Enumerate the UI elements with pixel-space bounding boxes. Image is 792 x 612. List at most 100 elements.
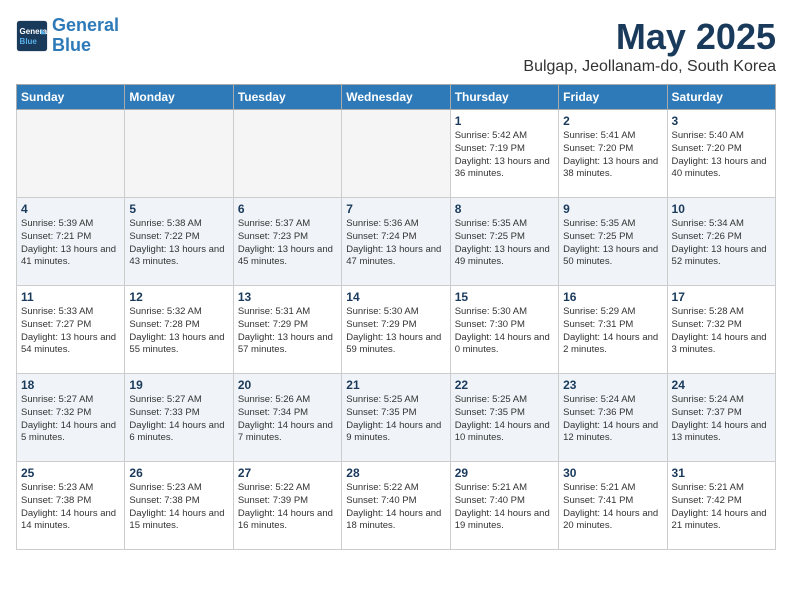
day-number: 22 [455,378,554,392]
day-info: Sunrise: 5:30 AMSunset: 7:29 PMDaylight:… [346,306,445,357]
day-number: 15 [455,290,554,304]
weekday-header-thursday: Thursday [450,85,558,110]
calendar-cell: 28 Sunrise: 5:22 AMSunset: 7:40 PMDayligh… [342,462,450,550]
calendar-cell: 31 Sunrise: 5:21 AMSunset: 7:42 PMDayligh… [667,462,775,550]
weekday-header-friday: Friday [559,85,667,110]
day-number: 1 [455,114,554,128]
calendar-cell: 22 Sunrise: 5:25 AMSunset: 7:35 PMDayligh… [450,374,558,462]
calendar-cell: 20 Sunrise: 5:26 AMSunset: 7:34 PMDayligh… [233,374,341,462]
day-info: Sunrise: 5:21 AMSunset: 7:40 PMDaylight:… [455,482,554,533]
day-info: Sunrise: 5:36 AMSunset: 7:24 PMDaylight:… [346,218,445,269]
calendar-cell: 8Sunrise: 5:35 AMSunset: 7:25 PMDaylight… [450,198,558,286]
calendar-cell [342,110,450,198]
weekday-header-sunday: Sunday [17,85,125,110]
logo-text: GeneralBlue [52,16,119,56]
day-number: 8 [455,202,554,216]
day-info: Sunrise: 5:39 AMSunset: 7:21 PMDaylight:… [21,218,120,269]
calendar-cell: 6 Sunrise: 5:37 AMSunset: 7:23 PMDaylight… [233,198,341,286]
day-info: Sunrise: 5:40 AMSunset: 7:20 PMDaylight:… [672,130,771,181]
svg-text:Blue: Blue [20,37,38,46]
day-info: Sunrise: 5:21 AMSunset: 7:42 PMDaylight:… [672,482,771,533]
calendar-cell: 1Sunrise: 5:42 AMSunset: 7:19 PMDaylight… [450,110,558,198]
day-info: Sunrise: 5:23 AMSunset: 7:38 PMDaylight:… [129,482,228,533]
day-info: Sunrise: 5:21 AMSunset: 7:41 PMDaylight:… [563,482,662,533]
calendar-cell: 10 Sunrise: 5:34 AMSunset: 7:26 PMDayligh… [667,198,775,286]
day-number: 26 [129,466,228,480]
weekday-header-saturday: Saturday [667,85,775,110]
day-info: Sunrise: 5:22 AMSunset: 7:40 PMDaylight:… [346,482,445,533]
day-info: Sunrise: 5:23 AMSunset: 7:38 PMDaylight:… [21,482,120,533]
calendar-cell: 12Sunrise: 5:32 AMSunset: 7:28 PMDayligh… [125,286,233,374]
calendar-cell: 17Sunrise: 5:28 AMSunset: 7:32 PMDayligh… [667,286,775,374]
day-info: Sunrise: 5:31 AMSunset: 7:29 PMDaylight:… [238,306,337,357]
week-row-1: 1Sunrise: 5:42 AMSunset: 7:19 PMDaylight… [17,110,776,198]
logo: General Blue GeneralBlue [16,16,119,56]
month-title: May 2025 [523,16,776,58]
day-info: Sunrise: 5:33 AMSunset: 7:27 PMDaylight:… [21,306,120,357]
calendar-cell [125,110,233,198]
day-info: Sunrise: 5:24 AMSunset: 7:36 PMDaylight:… [563,394,662,445]
logo-icon: General Blue [16,20,48,52]
day-number: 13 [238,290,337,304]
location-title: Bulgap, Jeollanam-do, South Korea [523,58,776,76]
day-info: Sunrise: 5:38 AMSunset: 7:22 PMDaylight:… [129,218,228,269]
day-info: Sunrise: 5:24 AMSunset: 7:37 PMDaylight:… [672,394,771,445]
calendar-cell: 25Sunrise: 5:23 AMSunset: 7:38 PMDayligh… [17,462,125,550]
day-number: 7 [346,202,445,216]
day-number: 21 [346,378,445,392]
day-info: Sunrise: 5:30 AMSunset: 7:30 PMDaylight:… [455,306,554,357]
calendar-cell: 19Sunrise: 5:27 AMSunset: 7:33 PMDayligh… [125,374,233,462]
day-number: 10 [672,202,771,216]
day-number: 2 [563,114,662,128]
day-number: 28 [346,466,445,480]
calendar-cell: 30 Sunrise: 5:21 AMSunset: 7:41 PMDayligh… [559,462,667,550]
calendar-cell: 27 Sunrise: 5:22 AMSunset: 7:39 PMDayligh… [233,462,341,550]
day-number: 17 [672,290,771,304]
calendar-cell: 14Sunrise: 5:30 AMSunset: 7:29 PMDayligh… [342,286,450,374]
day-info: Sunrise: 5:29 AMSunset: 7:31 PMDaylight:… [563,306,662,357]
calendar-cell: 15 Sunrise: 5:30 AMSunset: 7:30 PMDayligh… [450,286,558,374]
day-info: Sunrise: 5:25 AMSunset: 7:35 PMDaylight:… [346,394,445,445]
calendar-cell: 16Sunrise: 5:29 AMSunset: 7:31 PMDayligh… [559,286,667,374]
svg-text:General: General [20,27,48,36]
day-number: 3 [672,114,771,128]
week-row-3: 11Sunrise: 5:33 AMSunset: 7:27 PMDayligh… [17,286,776,374]
day-number: 30 [563,466,662,480]
week-row-2: 4 Sunrise: 5:39 AMSunset: 7:21 PMDaylight… [17,198,776,286]
week-row-5: 25Sunrise: 5:23 AMSunset: 7:38 PMDayligh… [17,462,776,550]
calendar-cell: 29Sunrise: 5:21 AMSunset: 7:40 PMDayligh… [450,462,558,550]
calendar-cell: 2 Sunrise: 5:41 AMSunset: 7:20 PMDaylight… [559,110,667,198]
day-number: 6 [238,202,337,216]
day-number: 31 [672,466,771,480]
calendar-cell: 4 Sunrise: 5:39 AMSunset: 7:21 PMDaylight… [17,198,125,286]
day-info: Sunrise: 5:22 AMSunset: 7:39 PMDaylight:… [238,482,337,533]
calendar-cell: 21 Sunrise: 5:25 AMSunset: 7:35 PMDayligh… [342,374,450,462]
day-info: Sunrise: 5:34 AMSunset: 7:26 PMDaylight:… [672,218,771,269]
calendar-cell: 23 Sunrise: 5:24 AMSunset: 7:36 PMDayligh… [559,374,667,462]
day-number: 12 [129,290,228,304]
day-number: 9 [563,202,662,216]
calendar-cell [233,110,341,198]
day-number: 27 [238,466,337,480]
day-info: Sunrise: 5:26 AMSunset: 7:34 PMDaylight:… [238,394,337,445]
calendar-cell: 5 Sunrise: 5:38 AMSunset: 7:22 PMDaylight… [125,198,233,286]
calendar-cell: 7 Sunrise: 5:36 AMSunset: 7:24 PMDaylight… [342,198,450,286]
day-number: 4 [21,202,120,216]
day-number: 23 [563,378,662,392]
day-info: Sunrise: 5:37 AMSunset: 7:23 PMDaylight:… [238,218,337,269]
day-info: Sunrise: 5:41 AMSunset: 7:20 PMDaylight:… [563,130,662,181]
title-block: May 2025 Bulgap, Jeollanam-do, South Kor… [523,16,776,76]
calendar-cell: 3 Sunrise: 5:40 AMSunset: 7:20 PMDaylight… [667,110,775,198]
calendar-cell: 13 Sunrise: 5:31 AMSunset: 7:29 PMDayligh… [233,286,341,374]
week-row-4: 18 Sunrise: 5:27 AMSunset: 7:32 PMDayligh… [17,374,776,462]
calendar-cell: 24Sunrise: 5:24 AMSunset: 7:37 PMDayligh… [667,374,775,462]
day-info: Sunrise: 5:27 AMSunset: 7:33 PMDaylight:… [129,394,228,445]
day-info: Sunrise: 5:25 AMSunset: 7:35 PMDaylight:… [455,394,554,445]
day-number: 18 [21,378,120,392]
weekday-header-monday: Monday [125,85,233,110]
weekday-header-wednesday: Wednesday [342,85,450,110]
day-number: 5 [129,202,228,216]
day-info: Sunrise: 5:27 AMSunset: 7:32 PMDaylight:… [21,394,120,445]
day-number: 20 [238,378,337,392]
calendar-cell: 18 Sunrise: 5:27 AMSunset: 7:32 PMDayligh… [17,374,125,462]
